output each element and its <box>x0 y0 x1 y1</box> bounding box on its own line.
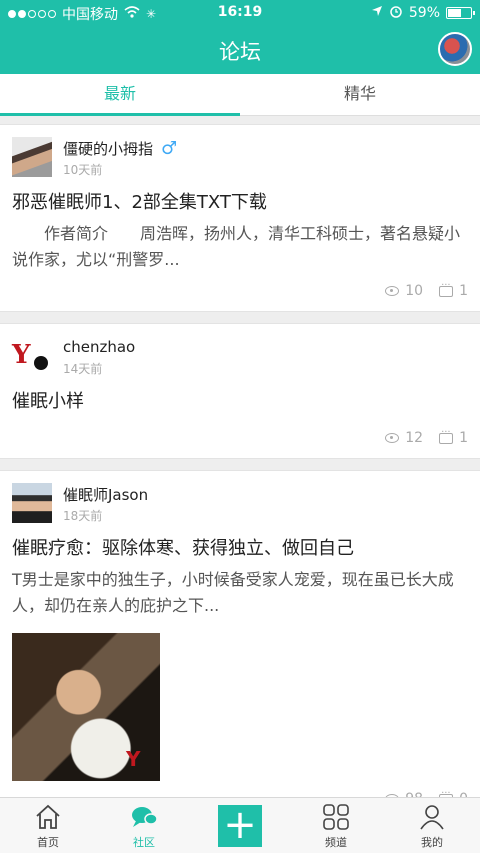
view-icon <box>385 286 400 296</box>
post-card[interactable]: 僵硬的小拇指 ♂ 10天前 邪恶催眠师1、2部全集TXT下载 作者简介 周浩晖，… <box>0 124 480 312</box>
nav-post[interactable]: + <box>192 798 288 853</box>
post-title[interactable]: 催眠小样 <box>12 390 468 414</box>
tab-latest[interactable]: 最新 <box>0 74 240 116</box>
nav-me[interactable]: 我的 <box>384 798 480 853</box>
post-excerpt: T男士是家中的独生子，小时候备受家人宠爱，现在虽已长大成人，却仍在亲人的庇护之下… <box>12 570 454 615</box>
post-time: 18天前 <box>63 509 103 523</box>
post-time: 10天前 <box>63 163 103 177</box>
post-image[interactable]: Y <box>12 633 160 781</box>
battery-icon <box>446 7 475 19</box>
location-icon <box>371 5 383 21</box>
author-avatar[interactable] <box>12 483 52 523</box>
view-count: 10 <box>405 283 424 299</box>
community-icon <box>130 804 158 830</box>
post-stats: 10 1 <box>12 280 468 301</box>
nav-me-label: 我的 <box>421 836 443 849</box>
page-title: 论坛 <box>219 40 261 64</box>
post-stats: 12 1 <box>12 427 468 448</box>
post-author: 催眠师Jason 18天前 <box>12 483 468 527</box>
screen: 中国移动 ✳ 16:19 59% 论坛 最新 精华 僵硬的小拇指 ♂ 10天前 … <box>0 0 480 853</box>
home-icon <box>34 804 62 830</box>
view-count: 12 <box>405 430 424 446</box>
bottom-nav: 首页 社区 + 频道 我的 <box>0 797 480 853</box>
nav-channel-label: 频道 <box>325 836 347 849</box>
nav-home-label: 首页 <box>37 836 59 849</box>
nav-channel[interactable]: 频道 <box>288 798 384 853</box>
tab-featured[interactable]: 精华 <box>240 74 480 115</box>
post-time: 14天前 <box>63 362 103 376</box>
status-bar: 中国移动 ✳ 16:19 59% <box>0 0 480 26</box>
status-right: 59% <box>371 4 475 22</box>
comment-icon <box>439 280 454 297</box>
post-title[interactable]: 邪恶催眠师1、2部全集TXT下载 <box>12 191 468 215</box>
nav-community-label: 社区 <box>133 836 155 849</box>
author-name[interactable]: 僵硬的小拇指 <box>63 138 153 159</box>
battery-percent: 59% <box>408 5 440 21</box>
author-avatar[interactable] <box>12 137 52 177</box>
view-icon <box>385 433 400 443</box>
top-bar: 中国移动 ✳ 16:19 59% 论坛 <box>0 0 480 74</box>
nav-home[interactable]: 首页 <box>0 798 96 853</box>
post-title[interactable]: 催眠疗愈：驱除体寒、获得独立、做回自己 <box>12 537 468 561</box>
male-icon: ♂ <box>161 137 178 159</box>
post-excerpt: 作者简介 周浩晖，扬州人，清华工科硕士，著名悬疑小说作家，尤以“刑警罗... <box>12 224 461 269</box>
author-avatar[interactable]: Y <box>12 336 52 376</box>
post-author: 僵硬的小拇指 ♂ 10天前 <box>12 137 468 181</box>
post-author: Y chenzhao 14天前 <box>12 336 468 380</box>
tab-bar: 最新 精华 <box>0 74 480 116</box>
post-card[interactable]: Y chenzhao 14天前 催眠小样 12 1 <box>0 323 480 459</box>
user-icon <box>418 804 446 830</box>
comment-count: 1 <box>459 430 468 446</box>
author-name[interactable]: chenzhao <box>63 338 135 356</box>
comment-icon <box>439 427 454 444</box>
post-card[interactable]: 催眠师Jason 18天前 催眠疗愈：驱除体寒、获得独立、做回自己 T男士是家中… <box>0 470 480 820</box>
user-avatar[interactable] <box>438 32 472 66</box>
alarm-icon <box>389 4 403 22</box>
nav-community[interactable]: 社区 <box>96 798 192 853</box>
plus-icon[interactable]: + <box>218 804 262 847</box>
grid-icon <box>322 804 350 830</box>
author-name[interactable]: 催眠师Jason <box>63 484 148 505</box>
comment-count: 1 <box>459 283 468 299</box>
post-feed: 僵硬的小拇指 ♂ 10天前 邪恶催眠师1、2部全集TXT下载 作者简介 周浩晖，… <box>0 124 480 831</box>
